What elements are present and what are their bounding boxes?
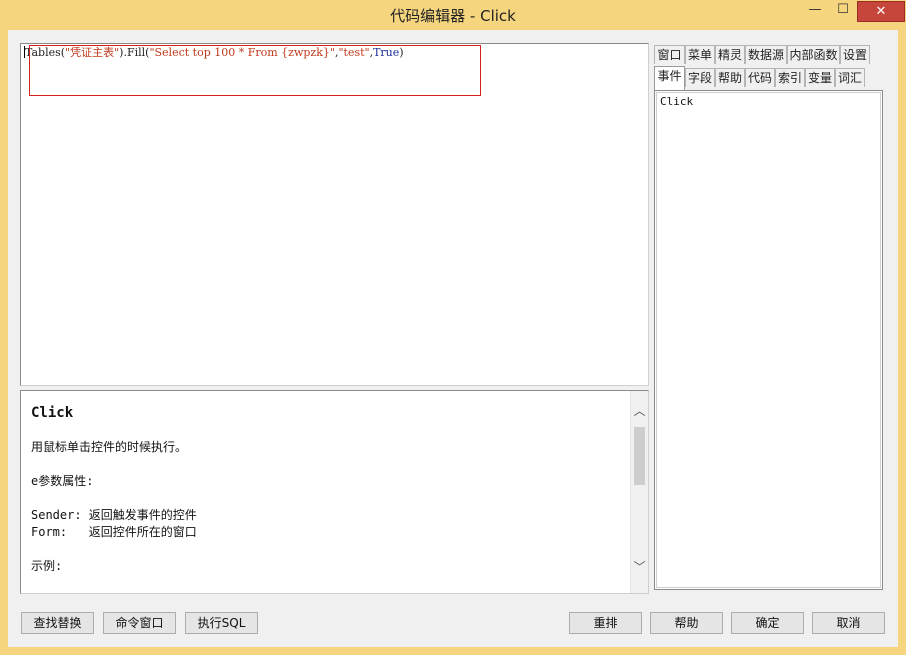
tab-fields[interactable]: 字段 xyxy=(685,68,715,87)
help-line: Sender: 返回触发事件的控件 xyxy=(31,508,197,522)
highlight-annotation-box xyxy=(29,45,481,96)
execute-sql-button[interactable]: 执行SQL xyxy=(185,612,258,634)
help-content: Click 用鼠标单击控件的时候执行。 e参数属性: Sender: 返回触发事件的… xyxy=(31,405,621,575)
event-item-click[interactable]: Click xyxy=(660,95,693,108)
help-line: e参数属性: xyxy=(31,474,94,488)
window-client-area: Tables("凭证主表").Fill("Select top 100 * Fr… xyxy=(8,30,898,647)
tab-builtin-functions[interactable]: 内部函数 xyxy=(787,45,840,64)
help-scrollbar[interactable]: ︿ ﹀ xyxy=(630,391,648,593)
cancel-button[interactable]: 取消 xyxy=(812,612,885,634)
tab-menu[interactable]: 菜单 xyxy=(685,45,715,64)
event-list-inner: Click xyxy=(656,92,881,588)
help-line: 示例: xyxy=(31,559,63,573)
tab-window[interactable]: 窗口 xyxy=(654,45,685,64)
help-line: 用鼠标单击控件的时候执行。 xyxy=(31,440,188,454)
tab-help[interactable]: 帮助 xyxy=(715,68,745,87)
help-button[interactable]: 帮助 xyxy=(650,612,723,634)
help-lines: 用鼠标单击控件的时候执行。 e参数属性: Sender: 返回触发事件的控件 Form… xyxy=(31,439,621,575)
event-list-panel[interactable]: Click xyxy=(654,90,883,590)
help-panel[interactable]: Click 用鼠标单击控件的时候执行。 e参数属性: Sender: 返回触发事件的… xyxy=(20,390,649,594)
command-window-button[interactable]: 命令窗口 xyxy=(103,612,176,634)
tab-vocabulary[interactable]: 词汇 xyxy=(835,68,865,87)
tab-code[interactable]: 代码 xyxy=(745,68,775,87)
minimize-button[interactable]: — xyxy=(800,2,830,22)
scroll-thumb[interactable] xyxy=(634,427,645,485)
ok-button[interactable]: 确定 xyxy=(731,612,804,634)
tab-index[interactable]: 索引 xyxy=(775,68,805,87)
close-button[interactable]: ✕ xyxy=(857,1,905,22)
window-title: 代码编辑器 - Click xyxy=(390,7,516,25)
help-line xyxy=(31,541,621,558)
tab-settings[interactable]: 设置 xyxy=(840,45,870,64)
help-line xyxy=(31,490,621,507)
scroll-down-icon[interactable]: ﹀ xyxy=(631,559,648,576)
code-editor[interactable]: Tables("凭证主表").Fill("Select top 100 * Fr… xyxy=(20,43,649,386)
help-title: Click xyxy=(31,405,74,421)
rearrange-button[interactable]: 重排 xyxy=(569,612,642,634)
tab-variables[interactable]: 变量 xyxy=(805,68,835,87)
help-line: Form: 返回控件所在的窗口 xyxy=(31,525,197,539)
scroll-up-icon[interactable]: ︿ xyxy=(631,403,648,420)
title-bar[interactable]: 代码编辑器 - Click — ☐ ✕ xyxy=(0,0,906,30)
tab-datasource[interactable]: 数据源 xyxy=(745,45,787,64)
tab-wizard[interactable]: 精灵 xyxy=(715,45,745,64)
find-replace-button[interactable]: 查找替换 xyxy=(21,612,94,634)
maximize-button[interactable]: ☐ xyxy=(830,2,856,22)
tab-events[interactable]: 事件 xyxy=(654,66,685,90)
help-line xyxy=(31,456,621,473)
